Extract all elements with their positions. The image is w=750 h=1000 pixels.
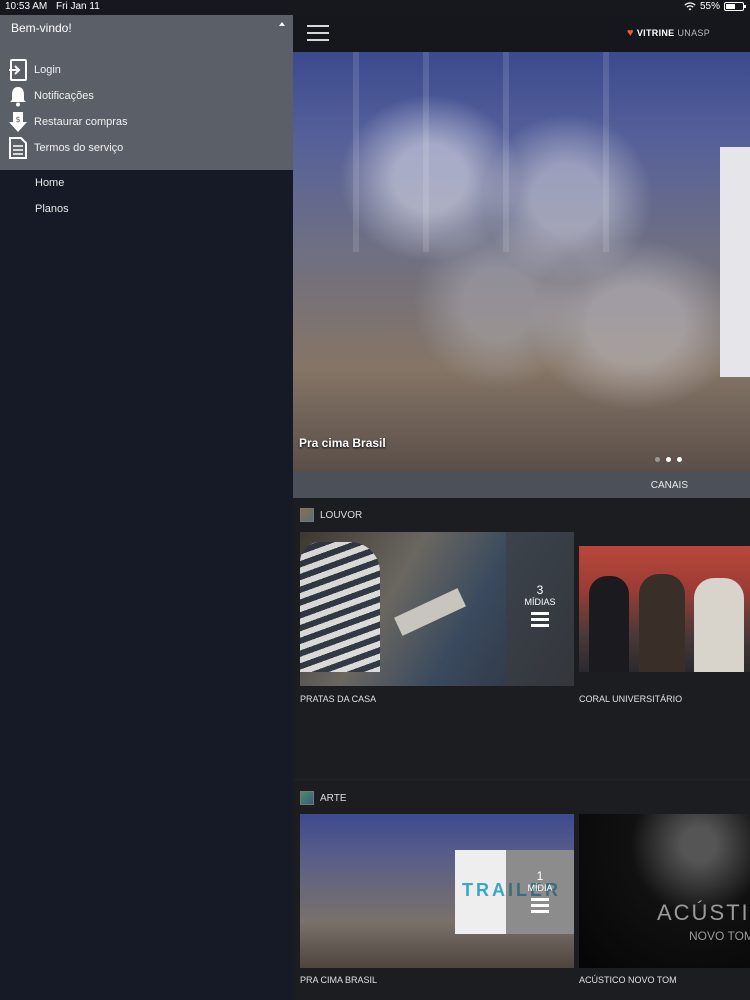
list-icon xyxy=(531,612,549,627)
welcome-label[interactable]: Bem-vindo! xyxy=(11,21,72,35)
nav-item-home[interactable]: Home xyxy=(35,177,64,189)
media-tile[interactable] xyxy=(579,546,750,672)
media-count-label: MÍDIA xyxy=(527,883,553,893)
login-icon xyxy=(8,59,28,81)
tile-title[interactable]: ACÚSTICO NOVO TOM xyxy=(579,975,677,985)
menu-item-restore-purchases[interactable]: $ Restaurar compras xyxy=(8,111,128,133)
section-title: ARTE xyxy=(320,792,347,804)
main-content: ♥ VITRINE UNASP Pra cima Brasil CANAIS LO… xyxy=(293,15,750,1000)
media-count-label: MÍDIAS xyxy=(524,597,556,607)
section-arte: ARTE TRAILER 1 MÍDIA PRA CIMA BRASIL ACÚ… xyxy=(293,781,750,1000)
menu-item-notifications[interactable]: Notificações xyxy=(8,85,94,107)
hero-banner[interactable]: Pra cima Brasil xyxy=(293,52,750,472)
nav-item-planos[interactable]: Planos xyxy=(35,203,69,215)
restore-purchase-icon: $ xyxy=(8,111,28,133)
carousel-dot[interactable] xyxy=(655,457,660,462)
media-count-badge: 1 MÍDIA xyxy=(506,850,574,934)
media-count: 1 xyxy=(536,869,544,883)
media-tile[interactable]: ACÚSTIC NOVO TOM xyxy=(579,814,750,968)
brand-logo: ♥ VITRINE UNASP xyxy=(627,27,710,39)
tile-title[interactable]: CORAL UNIVERSITÁRIO xyxy=(579,694,682,704)
menu-item-login[interactable]: Login xyxy=(8,59,61,81)
section-header: ARTE xyxy=(300,791,347,805)
battery-percent: 55% xyxy=(699,1,720,12)
channel-thumbnail-icon xyxy=(300,791,314,805)
bell-icon xyxy=(8,85,28,107)
carousel-dots[interactable] xyxy=(655,457,682,462)
section-louvor: LOUVOR 3 MÍDIAS PRATAS DA CASA CORAL UNI… xyxy=(293,498,750,778)
carousel-dot[interactable] xyxy=(677,457,682,462)
menu-icon[interactable] xyxy=(307,25,329,41)
status-date: Fri Jan 11 xyxy=(56,1,100,12)
document-icon xyxy=(8,137,28,159)
status-bar: 10:53 AM Fri Jan 11 55% xyxy=(0,0,750,15)
brand-name-bold: VITRINE xyxy=(636,28,675,38)
wifi-icon xyxy=(684,2,696,11)
acustico-graphic: ACÚSTIC xyxy=(657,900,750,925)
status-time: 10:53 AM xyxy=(5,1,48,12)
menu-item-label: Termos do serviço xyxy=(34,142,124,154)
hero-caption: Pra cima Brasil xyxy=(299,436,386,450)
carousel-dot[interactable] xyxy=(666,457,671,462)
menu-item-label: Login xyxy=(34,64,61,76)
list-icon xyxy=(531,898,549,913)
collapse-caret-icon[interactable] xyxy=(279,22,285,26)
section-title: LOUVOR xyxy=(320,509,363,521)
heart-icon: ♥ xyxy=(627,27,634,39)
media-count-badge: 3 MÍDIAS xyxy=(506,532,574,686)
menu-item-label: Notificações xyxy=(34,90,94,102)
channels-bar[interactable]: CANAIS xyxy=(293,472,750,498)
channel-thumbnail-icon xyxy=(300,508,314,522)
svg-text:$: $ xyxy=(15,115,20,124)
channels-label: CANAIS xyxy=(650,480,688,491)
side-drawer: Bem-vindo! Login Notificações $ Restaura… xyxy=(0,15,293,1000)
tile-title[interactable]: PRA CIMA BRASIL xyxy=(300,975,377,985)
drawer-account-panel: Bem-vindo! Login Notificações $ Restaura… xyxy=(0,15,293,170)
media-tile[interactable]: TRAILER 1 MÍDIA xyxy=(300,814,574,968)
section-header: LOUVOR xyxy=(300,508,362,522)
media-count: 3 xyxy=(536,583,544,597)
media-tile[interactable]: 3 MÍDIAS xyxy=(300,532,574,686)
battery-icon xyxy=(724,2,746,11)
menu-item-label: Restaurar compras xyxy=(34,116,128,128)
brand-name-light: UNASP xyxy=(677,28,710,38)
novo-tom-graphic: NOVO TOM xyxy=(689,929,750,943)
top-bar: ♥ VITRINE UNASP xyxy=(293,15,750,52)
tile-title[interactable]: PRATAS DA CASA xyxy=(300,694,376,704)
app-screen: 10:53 AM Fri Jan 11 55% ♥ VITRINEUNASP xyxy=(0,0,750,1000)
menu-item-terms[interactable]: Termos do serviço xyxy=(8,137,123,159)
